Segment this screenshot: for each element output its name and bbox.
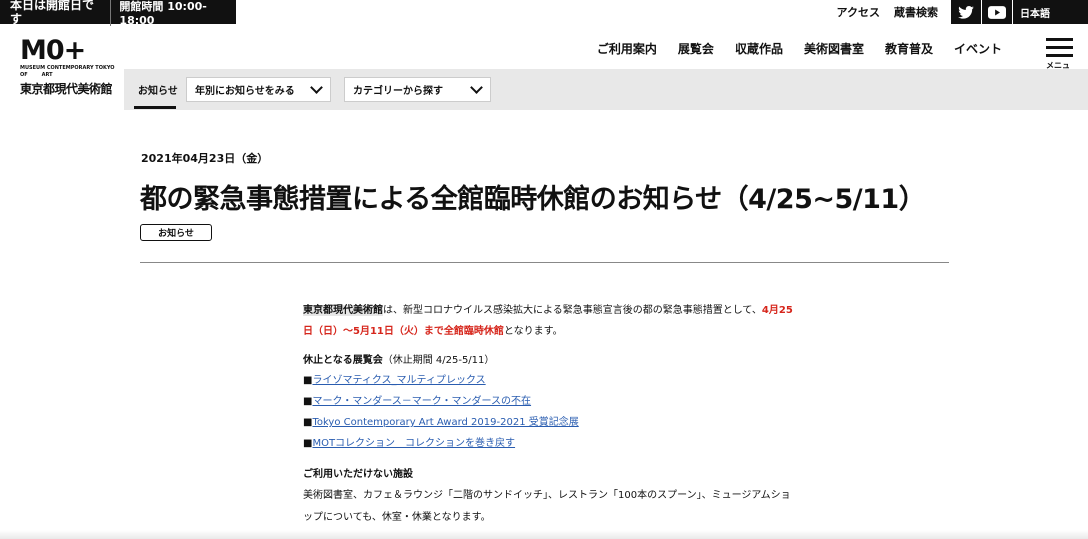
intro-paragraph: 東京都現代美術館は、新型コロナウイルス感染拡大による緊急事態宣言後の都の緊急事態… — [303, 300, 793, 342]
unavailable-facilities-heading: ご利用いただけない施設 — [303, 469, 413, 480]
exhibition-link[interactable]: Tokyo Contemporary Art Award 2019-2021 受… — [312, 417, 578, 428]
logo-english-line1: MUSEUM CONTEMPORARY TOKYO — [20, 65, 115, 71]
museum-name-highlight: 東京都現代美術館 — [303, 305, 383, 316]
library-search-link[interactable]: 蔵書検索 — [894, 4, 938, 20]
year-select[interactable]: 年別にお知らせをみる — [186, 77, 331, 102]
chevron-down-icon — [470, 81, 483, 94]
article-date: 2021年04月23日（金） — [141, 152, 269, 165]
category-tag[interactable]: お知らせ — [140, 224, 212, 241]
logo-japanese-name: 東京都現代美術館 — [20, 82, 113, 96]
active-tab-indicator — [134, 106, 176, 109]
article-body: 東京都現代美術館は、新型コロナウイルス感染拡大による緊急事態宣言後の都の緊急事態… — [303, 300, 793, 529]
nav-item-visitor-info[interactable]: ご利用案内 — [597, 40, 657, 57]
category-select-label: カテゴリーから探す — [353, 86, 443, 97]
bottom-fade — [0, 530, 1088, 539]
chevron-down-icon — [310, 81, 323, 94]
nav-item-exhibitions[interactable]: 展覧会 — [678, 40, 714, 57]
intro-end-text: となります。 — [503, 326, 563, 337]
divider — [140, 262, 949, 263]
news-subnav: お知らせ 年別にお知らせをみる カテゴリーから探す — [124, 69, 1088, 110]
opening-status-bar: 本日は開館日です 開館時間 10:00-18:00 — [0, 0, 236, 27]
category-select[interactable]: カテゴリーから探す — [344, 77, 491, 102]
nav-item-art-library[interactable]: 美術図書室 — [804, 40, 864, 57]
opening-hours-text: 開館時間 10:00-18:00 — [119, 0, 207, 27]
article-title: 都の緊急事態措置による全館臨時休館のお知らせ（4/25~5/11） — [140, 184, 926, 215]
exhibition-link[interactable]: ライゾマティクス_マルティプレックス — [312, 375, 485, 386]
closed-exhibitions-title: 休止となる展覧会 — [303, 355, 383, 366]
exhibition-link[interactable]: MOTコレクション コレクションを巻き戻す — [312, 438, 515, 449]
open-status-text: 本日は開館日です — [0, 0, 112, 26]
logo-mark: M0+ — [20, 35, 86, 66]
utility-links: アクセス 蔵書検索 — [823, 0, 938, 24]
museum-logo[interactable]: M0+ MUSEUM CONTEMPORARY TOKYO OF ART 東京都… — [20, 35, 115, 97]
hamburger-icon-bar — [1046, 46, 1073, 49]
nav-item-events[interactable]: イベント — [954, 40, 1002, 57]
language-label: 日本語 — [1020, 8, 1050, 20]
exhibition-link[interactable]: マーク・マンダース－マーク・マンダースの不在 — [312, 396, 531, 407]
top-bar: 本日は開館日です 開館時間 10:00-18:00 アクセス 蔵書検索 日本語 — [0, 0, 1088, 27]
list-item: ■Tokyo Contemporary Art Award 2019-2021 … — [303, 412, 793, 433]
list-item: ■マーク・マンダース－マーク・マンダースの不在 — [303, 391, 793, 412]
closed-exhibitions-heading: 休止となる展覧会（休止期間 4/25-5/11） — [303, 352, 793, 370]
nav-item-education[interactable]: 教育普及 — [885, 40, 933, 57]
hamburger-icon — [1046, 38, 1073, 41]
list-item: ■ライゾマティクス_マルティプレックス — [303, 370, 793, 391]
tab-news[interactable]: お知らせ — [138, 82, 178, 97]
intro-text: は、新型コロナウイルス感染拡大による緊急事態宣言後の都の緊急事態措置として、 — [383, 305, 762, 316]
nav-item-collection[interactable]: 収蔵作品 — [735, 40, 783, 57]
hamburger-icon-bar — [1046, 54, 1073, 57]
logo-english-line2: OF ART — [20, 72, 53, 78]
closed-period-note: （休止期間 4/25-5/11） — [382, 355, 495, 366]
list-item: ■MOTコレクション コレクションを巻き戻す — [303, 433, 793, 454]
language-selector[interactable]: 日本語 — [1013, 0, 1088, 24]
main-navigation: ご利用案内 展覧会 収蔵作品 美術図書室 教育普及 イベント — [576, 40, 1002, 57]
twitter-icon[interactable] — [951, 0, 981, 24]
access-link[interactable]: アクセス — [837, 4, 880, 20]
year-select-label: 年別にお知らせをみる — [195, 86, 295, 97]
facilities-paragraph: 美術図書室、カフェ＆ラウンジ「二階のサンドイッチ」、レストラン「100本のスプー… — [303, 490, 791, 523]
youtube-icon[interactable] — [982, 0, 1012, 24]
